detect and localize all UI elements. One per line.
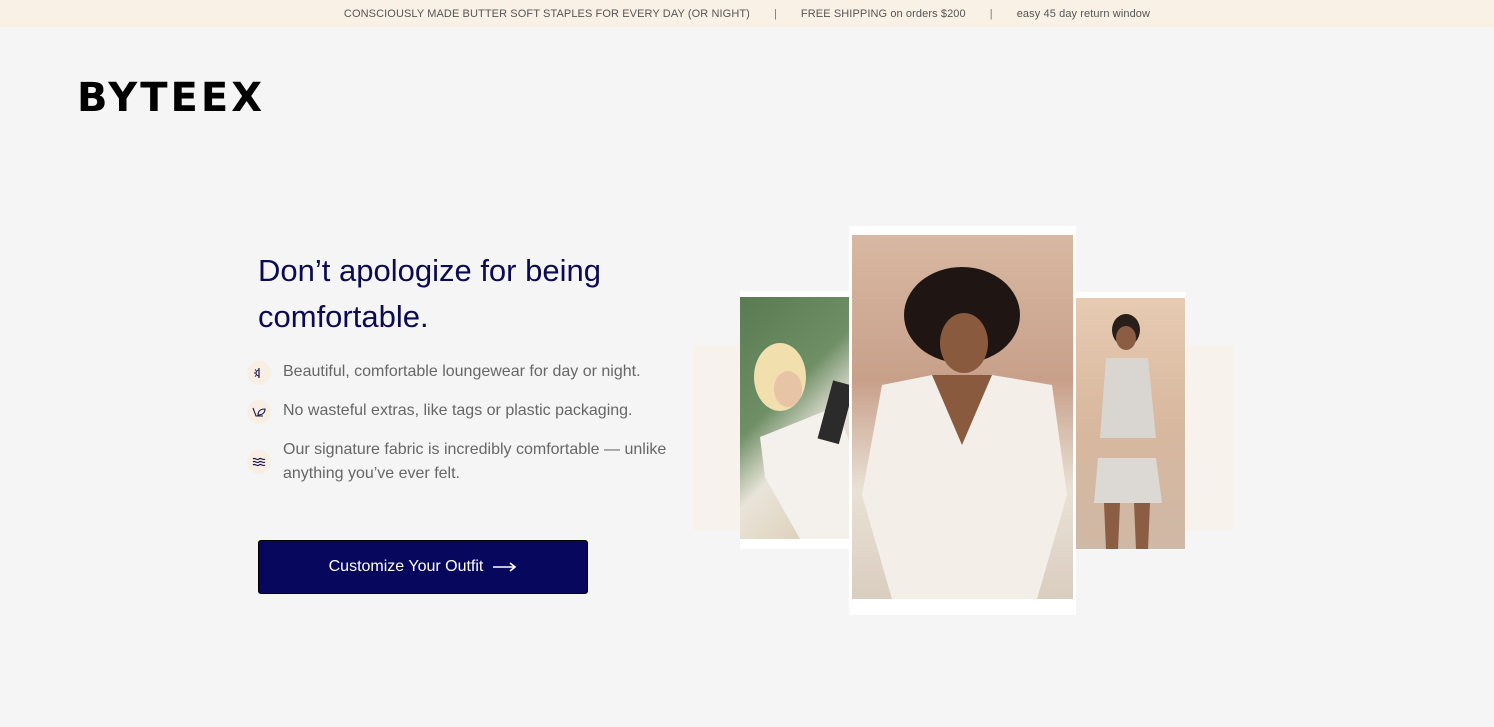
arrow-right-icon [493, 562, 517, 572]
leaf-icon [247, 400, 271, 424]
announcement-bar: CONSCIOUSLY MADE BUTTER SOFT STAPLES FOR… [0, 0, 1494, 27]
feature-item: Our signature fabric is incredibly comfo… [247, 438, 707, 486]
product-photo-center [849, 226, 1076, 615]
feature-text: Beautiful, comfortable loungewear for da… [283, 363, 641, 380]
product-photo-right [1074, 292, 1186, 550]
photo-woman-robe [852, 235, 1073, 599]
product-photo-left [740, 291, 852, 549]
announcement-message-2: FREE SHIPPING on orders $200 [800, 7, 966, 20]
feature-text: No wasteful extras, like tags or plastic… [283, 402, 633, 419]
photo-woman-stretching [1076, 298, 1185, 549]
feature-item: No wasteful extras, like tags or plastic… [247, 399, 707, 424]
announcement-message-3: easy 45 day return window [1016, 7, 1151, 20]
brand-logo[interactable]: BYTEEX [77, 78, 265, 118]
announcement-separator: | [773, 7, 777, 20]
sun-icon [247, 361, 271, 385]
announcement-separator: | [989, 7, 993, 20]
announcement-message-1: CONSCIOUSLY MADE BUTTER SOFT STAPLES FOR… [343, 7, 750, 20]
feature-text: Our signature fabric is incredibly comfo… [283, 441, 667, 482]
photo-woman-reading [740, 297, 852, 539]
feature-item: Beautiful, comfortable loungewear for da… [247, 360, 707, 385]
waves-icon [247, 450, 271, 474]
feature-list: Beautiful, comfortable loungewear for da… [247, 360, 707, 500]
cta-label: Customize Your Outfit [328, 558, 484, 575]
customize-outfit-button[interactable]: Customize Your Outfit [258, 540, 588, 594]
hero-headline: Don’t apologize for being comfortable. [258, 253, 601, 334]
